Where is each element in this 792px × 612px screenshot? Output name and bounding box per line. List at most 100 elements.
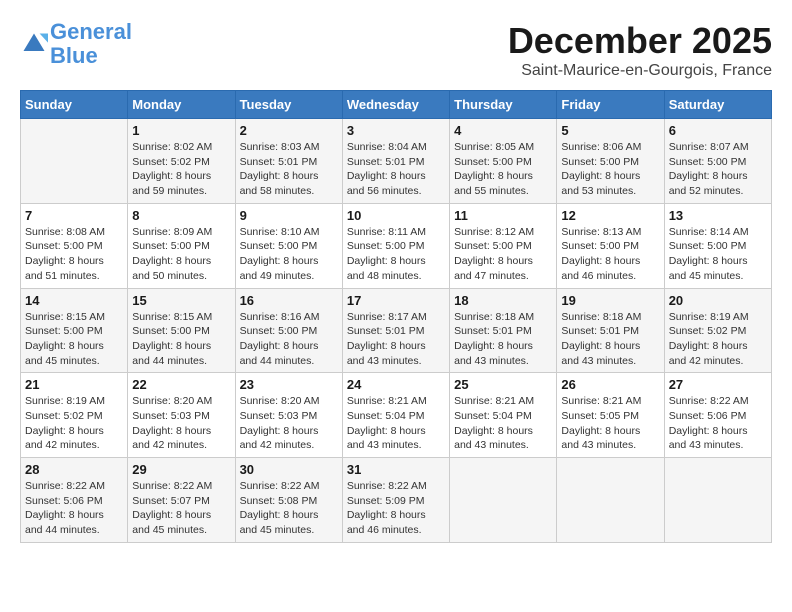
table-row xyxy=(664,458,771,543)
logo: General Blue xyxy=(20,20,132,68)
day-info: Sunrise: 8:15 AM Sunset: 5:00 PM Dayligh… xyxy=(25,310,123,369)
sunrise-text: Sunrise: 8:10 AM xyxy=(240,225,338,240)
daylight-text: Daylight: 8 hours and 45 minutes. xyxy=(240,508,338,537)
daylight-text: Daylight: 8 hours and 49 minutes. xyxy=(240,254,338,283)
sunrise-text: Sunrise: 8:14 AM xyxy=(669,225,767,240)
sunrise-text: Sunrise: 8:18 AM xyxy=(454,310,552,325)
day-number: 21 xyxy=(25,377,123,392)
day-info: Sunrise: 8:05 AM Sunset: 5:00 PM Dayligh… xyxy=(454,140,552,199)
table-row: 24 Sunrise: 8:21 AM Sunset: 5:04 PM Dayl… xyxy=(342,373,449,458)
day-info: Sunrise: 8:15 AM Sunset: 5:00 PM Dayligh… xyxy=(132,310,230,369)
table-row: 11 Sunrise: 8:12 AM Sunset: 5:00 PM Dayl… xyxy=(450,203,557,288)
sunrise-text: Sunrise: 8:05 AM xyxy=(454,140,552,155)
daylight-text: Daylight: 8 hours and 45 minutes. xyxy=(25,339,123,368)
calendar-week-row: 7 Sunrise: 8:08 AM Sunset: 5:00 PM Dayli… xyxy=(21,203,772,288)
table-row: 30 Sunrise: 8:22 AM Sunset: 5:08 PM Dayl… xyxy=(235,458,342,543)
day-number: 7 xyxy=(25,208,123,223)
daylight-text: Daylight: 8 hours and 44 minutes. xyxy=(132,339,230,368)
daylight-text: Daylight: 8 hours and 42 minutes. xyxy=(132,424,230,453)
header-thursday: Thursday xyxy=(450,91,557,119)
day-info: Sunrise: 8:22 AM Sunset: 5:07 PM Dayligh… xyxy=(132,479,230,538)
daylight-text: Daylight: 8 hours and 42 minutes. xyxy=(669,339,767,368)
calendar-week-row: 21 Sunrise: 8:19 AM Sunset: 5:02 PM Dayl… xyxy=(21,373,772,458)
daylight-text: Daylight: 8 hours and 45 minutes. xyxy=(669,254,767,283)
day-info: Sunrise: 8:21 AM Sunset: 5:05 PM Dayligh… xyxy=(561,394,659,453)
sunrise-text: Sunrise: 8:21 AM xyxy=(454,394,552,409)
month-title: December 2025 xyxy=(508,20,772,62)
sunset-text: Sunset: 5:05 PM xyxy=(561,409,659,424)
table-row: 4 Sunrise: 8:05 AM Sunset: 5:00 PM Dayli… xyxy=(450,119,557,204)
header-tuesday: Tuesday xyxy=(235,91,342,119)
day-info: Sunrise: 8:13 AM Sunset: 5:00 PM Dayligh… xyxy=(561,225,659,284)
sunset-text: Sunset: 5:00 PM xyxy=(132,324,230,339)
sunset-text: Sunset: 5:01 PM xyxy=(454,324,552,339)
header-wednesday: Wednesday xyxy=(342,91,449,119)
sunset-text: Sunset: 5:00 PM xyxy=(347,239,445,254)
day-info: Sunrise: 8:04 AM Sunset: 5:01 PM Dayligh… xyxy=(347,140,445,199)
table-row: 31 Sunrise: 8:22 AM Sunset: 5:09 PM Dayl… xyxy=(342,458,449,543)
day-info: Sunrise: 8:07 AM Sunset: 5:00 PM Dayligh… xyxy=(669,140,767,199)
table-row: 21 Sunrise: 8:19 AM Sunset: 5:02 PM Dayl… xyxy=(21,373,128,458)
table-row: 17 Sunrise: 8:17 AM Sunset: 5:01 PM Dayl… xyxy=(342,288,449,373)
sunset-text: Sunset: 5:01 PM xyxy=(240,155,338,170)
table-row: 25 Sunrise: 8:21 AM Sunset: 5:04 PM Dayl… xyxy=(450,373,557,458)
sunrise-text: Sunrise: 8:22 AM xyxy=(240,479,338,494)
day-info: Sunrise: 8:19 AM Sunset: 5:02 PM Dayligh… xyxy=(25,394,123,453)
sunset-text: Sunset: 5:02 PM xyxy=(669,324,767,339)
sunrise-text: Sunrise: 8:07 AM xyxy=(669,140,767,155)
sunrise-text: Sunrise: 8:22 AM xyxy=(25,479,123,494)
table-row: 13 Sunrise: 8:14 AM Sunset: 5:00 PM Dayl… xyxy=(664,203,771,288)
header-friday: Friday xyxy=(557,91,664,119)
table-row: 3 Sunrise: 8:04 AM Sunset: 5:01 PM Dayli… xyxy=(342,119,449,204)
table-row: 1 Sunrise: 8:02 AM Sunset: 5:02 PM Dayli… xyxy=(128,119,235,204)
sunrise-text: Sunrise: 8:13 AM xyxy=(561,225,659,240)
day-info: Sunrise: 8:22 AM Sunset: 5:06 PM Dayligh… xyxy=(669,394,767,453)
logo-line2: Blue xyxy=(50,43,98,68)
sunset-text: Sunset: 5:01 PM xyxy=(347,155,445,170)
table-row: 5 Sunrise: 8:06 AM Sunset: 5:00 PM Dayli… xyxy=(557,119,664,204)
sunset-text: Sunset: 5:07 PM xyxy=(132,494,230,509)
sunset-text: Sunset: 5:00 PM xyxy=(240,324,338,339)
sunrise-text: Sunrise: 8:19 AM xyxy=(25,394,123,409)
day-info: Sunrise: 8:20 AM Sunset: 5:03 PM Dayligh… xyxy=(132,394,230,453)
sunrise-text: Sunrise: 8:15 AM xyxy=(132,310,230,325)
logo-icon xyxy=(20,30,48,58)
daylight-text: Daylight: 8 hours and 45 minutes. xyxy=(132,508,230,537)
day-info: Sunrise: 8:17 AM Sunset: 5:01 PM Dayligh… xyxy=(347,310,445,369)
sunrise-text: Sunrise: 8:08 AM xyxy=(25,225,123,240)
day-info: Sunrise: 8:10 AM Sunset: 5:00 PM Dayligh… xyxy=(240,225,338,284)
calendar-week-row: 28 Sunrise: 8:22 AM Sunset: 5:06 PM Dayl… xyxy=(21,458,772,543)
day-info: Sunrise: 8:18 AM Sunset: 5:01 PM Dayligh… xyxy=(454,310,552,369)
table-row: 15 Sunrise: 8:15 AM Sunset: 5:00 PM Dayl… xyxy=(128,288,235,373)
sunrise-text: Sunrise: 8:04 AM xyxy=(347,140,445,155)
table-row: 26 Sunrise: 8:21 AM Sunset: 5:05 PM Dayl… xyxy=(557,373,664,458)
table-row: 29 Sunrise: 8:22 AM Sunset: 5:07 PM Dayl… xyxy=(128,458,235,543)
day-number: 29 xyxy=(132,462,230,477)
table-row xyxy=(450,458,557,543)
day-number: 30 xyxy=(240,462,338,477)
daylight-text: Daylight: 8 hours and 55 minutes. xyxy=(454,169,552,198)
sunset-text: Sunset: 5:02 PM xyxy=(25,409,123,424)
daylight-text: Daylight: 8 hours and 46 minutes. xyxy=(347,508,445,537)
day-number: 5 xyxy=(561,123,659,138)
day-number: 11 xyxy=(454,208,552,223)
day-number: 6 xyxy=(669,123,767,138)
page-header: General Blue December 2025 Saint-Maurice… xyxy=(20,20,772,80)
sunset-text: Sunset: 5:03 PM xyxy=(240,409,338,424)
day-number: 17 xyxy=(347,293,445,308)
daylight-text: Daylight: 8 hours and 42 minutes. xyxy=(240,424,338,453)
day-number: 14 xyxy=(25,293,123,308)
daylight-text: Daylight: 8 hours and 42 minutes. xyxy=(25,424,123,453)
sunrise-text: Sunrise: 8:22 AM xyxy=(132,479,230,494)
day-info: Sunrise: 8:21 AM Sunset: 5:04 PM Dayligh… xyxy=(347,394,445,453)
day-number: 3 xyxy=(347,123,445,138)
table-row: 23 Sunrise: 8:20 AM Sunset: 5:03 PM Dayl… xyxy=(235,373,342,458)
day-info: Sunrise: 8:18 AM Sunset: 5:01 PM Dayligh… xyxy=(561,310,659,369)
daylight-text: Daylight: 8 hours and 43 minutes. xyxy=(561,424,659,453)
day-number: 23 xyxy=(240,377,338,392)
day-info: Sunrise: 8:02 AM Sunset: 5:02 PM Dayligh… xyxy=(132,140,230,199)
day-number: 22 xyxy=(132,377,230,392)
sunrise-text: Sunrise: 8:21 AM xyxy=(347,394,445,409)
sunset-text: Sunset: 5:00 PM xyxy=(561,155,659,170)
day-number: 28 xyxy=(25,462,123,477)
